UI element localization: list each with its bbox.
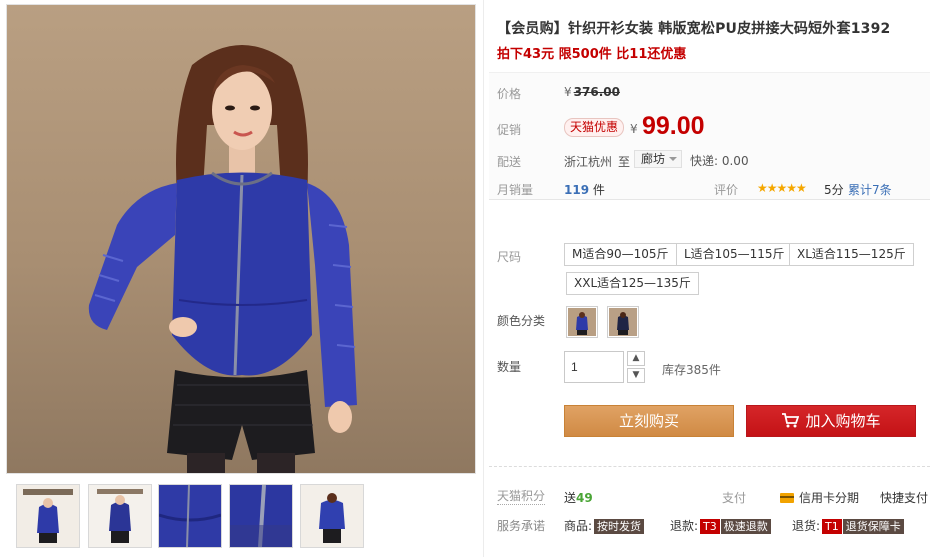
monthly-sales: 119 件 [564,181,605,198]
quantity-label: 数量 [497,360,522,374]
fast-refund-badge: 极速退款 [720,519,771,534]
credit-installment-link[interactable]: 信用卡分期 [780,489,859,506]
express-fee: 快递: 0.00 [690,154,749,168]
chevron-down-icon [669,157,678,161]
monthly-sales-unit: 件 [592,183,605,197]
thumbnail-logo-card[interactable] [16,484,80,548]
shipping-label: 配送 [497,155,522,169]
color-option-blue-side[interactable] [607,306,639,338]
tmall-promo-badge: 天猫优惠 [564,118,625,137]
size-option-l[interactable]: L适合105—115斤 [676,243,793,266]
return-level-badge: T1 [822,519,842,534]
monthly-sales-count: 119 [564,183,590,197]
product-subtitle: 拍下43元 限500件 比11还优惠 [497,47,687,62]
color-label: 颜色分类 [497,314,546,328]
size-option-m[interactable]: M适合90—105斤 [564,243,677,266]
tmall-points-label[interactable]: 天猫积分 [497,489,546,505]
review-count-link[interactable]: 累计7条 [848,181,892,198]
shipping-origin: 浙江杭州 [564,155,613,169]
quantity-increase-button[interactable]: ▲ [627,351,645,366]
service-goods[interactable]: 商品: 按时发货 [564,517,645,534]
destination-value: 廊坊 [641,152,666,166]
original-price-value: 376.00 [573,85,620,99]
product-title: 【会员购】针织开衫女装 韩版宽松PU皮拼接大码短外套1392 [497,21,891,37]
quantity-decrease-button[interactable]: ▼ [627,368,645,383]
service-return[interactable]: 退货: T1 退货保障卡 [792,517,904,534]
quantity-input[interactable] [564,351,624,383]
size-option-xl[interactable]: XL适合115—125斤 [789,243,914,266]
credit-installment-label: 信用卡分期 [799,491,860,505]
thumbnail-detail-closeup[interactable] [158,484,222,548]
service-refund[interactable]: 退款: T3 极速退款 [670,517,771,534]
rating-score: 5分 [824,183,844,197]
buy-now-button[interactable]: 立刻购买 [564,405,734,437]
promo-currency-symbol: ¥ [630,122,638,136]
model-illustration [88,45,357,473]
monthly-sales-label: 月销量 [497,183,534,197]
thumbnail-full-body[interactable] [88,484,152,548]
add-to-cart-button[interactable]: 加入购物车 [746,405,916,437]
return-guarantee-badge: 退货保障卡 [842,519,904,534]
points-prefix: 送 [564,491,577,505]
section-divider [489,466,930,467]
refund-level-badge: T3 [700,519,720,534]
add-to-cart-label: 加入购物车 [805,412,881,430]
destination-select[interactable]: 廊坊 [634,150,683,168]
size-label: 尺码 [497,250,522,264]
thumbnail-zipper-detail[interactable] [229,484,293,548]
thumbnail-strip [6,484,476,550]
fast-pay-link[interactable]: 快捷支付 [880,489,928,506]
currency-symbol: ¥ [564,85,572,99]
service-return-label: 退货: [792,519,821,533]
cart-icon [782,413,800,428]
on-time-delivery-badge: 按时发货 [594,519,645,534]
points-value: 送49 [564,489,593,506]
service-goods-label: 商品: [564,519,593,533]
column-divider [483,0,484,557]
rating-label: 评价 [714,183,739,197]
price-label: 价格 [497,87,522,101]
stock-count: 库存385件 [662,363,721,377]
points-amount: 49 [576,491,593,505]
promo-label: 促销 [497,123,522,137]
main-product-photo [6,4,476,474]
color-option-blue-front[interactable] [566,306,598,338]
credit-card-icon [780,493,794,503]
original-price: ¥376.00 [564,85,620,99]
service-refund-label: 退款: [670,519,699,533]
payment-label: 支付 [722,491,747,505]
size-option-xxl[interactable]: XXL适合125—135斤 [566,272,699,295]
shipping-to: 至 [618,155,631,169]
star-rating-icon: ★★★★★ [757,181,807,195]
service-promise-label: 服务承诺 [497,519,546,533]
thumbnail-side-view[interactable] [300,484,364,548]
promo-price: 99.00 [642,112,705,140]
